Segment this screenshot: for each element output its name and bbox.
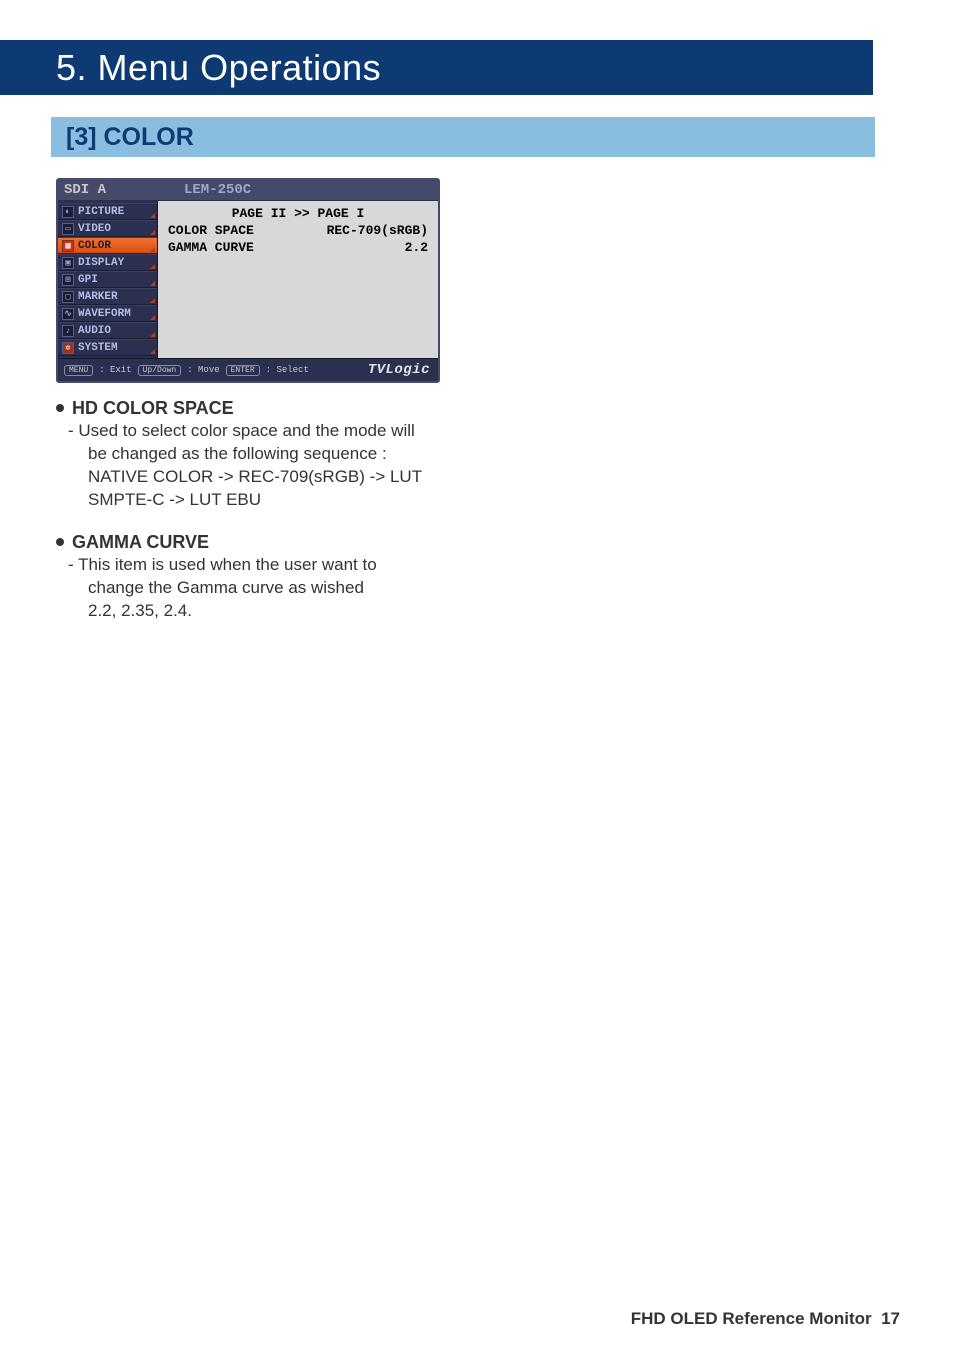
corner-icon [150,230,155,235]
osd-nav-label: GPI [78,274,98,286]
osd-pager-text: PAGE II >> PAGE I [232,206,365,221]
osd-hint-exit: : Exit [99,365,131,375]
osd-content: PAGE II >> PAGE I COLOR SPACE REC-709(sR… [158,201,438,358]
osd-nav-label: VIDEO [78,223,111,235]
corner-icon [150,315,155,320]
chapter-title-bar: 5. Menu Operations [0,40,873,95]
corner-icon [150,264,155,269]
osd-row-color-space: COLOR SPACE REC-709(sRGB) [168,222,428,239]
osd-nav-label: PICTURE [78,206,124,218]
bullet-icon [56,538,64,546]
desc-line: SMPTE-C -> LUT EBU [78,489,486,512]
desc-line: 2.2, 2.35, 2.4. [78,600,486,623]
osd-nav-video: ▭ VIDEO [58,220,157,237]
osd-nav-color: ▦ COLOR [58,237,157,254]
corner-icon [150,298,155,303]
corner-icon [150,213,155,218]
osd-nav-label: WAVEFORM [78,308,131,320]
osd-nav-label: COLOR [78,240,111,252]
desc-line: change the Gamma curve as wished [78,577,486,600]
marker-icon: ▢ [62,291,74,303]
desc-heading: GAMMA CURVE [56,530,486,554]
osd-brand: TVLogic [368,362,430,378]
description-block: HD COLOR SPACE - Used to select color sp… [56,396,486,641]
osd-menu-screenshot: SDI A LEM-250C ◐ PICTURE ▭ VIDEO ▦ COLOR ▣ D… [56,178,440,383]
picture-icon: ◐ [62,206,74,218]
chapter-title: 5. Menu Operations [56,47,381,89]
osd-nav-label: AUDIO [78,325,111,337]
osd-footer: MENU : Exit Up/Down : Move ENTER : Selec… [58,358,438,381]
osd-model-label: LEM-250C [176,182,432,198]
osd-row-value: REC-709(sRGB) [327,223,428,238]
osd-row-label: GAMMA CURVE [168,240,254,255]
section-title: [3] COLOR [66,123,194,152]
corner-icon [150,349,155,354]
desc-body: - Used to select color space and the mod… [56,420,486,512]
bullet-icon [56,404,64,412]
desc-line: be changed as the following sequence : [78,443,486,466]
osd-nav-system: ✲ SYSTEM [58,339,157,356]
osd-nav-waveform: ∿ WAVEFORM [58,305,157,322]
page-footer: FHD OLED Reference Monitor 17 [0,1309,954,1329]
osd-key-updown: Up/Down [138,365,182,376]
osd-nav-marker: ▢ MARKER [58,288,157,305]
desc-heading-text: HD COLOR SPACE [72,396,234,420]
system-icon: ✲ [62,342,74,354]
osd-nav-label: MARKER [78,291,118,303]
desc-line: - This item is used when the user want t… [68,555,377,574]
osd-row-label: COLOR SPACE [168,223,254,238]
osd-hint-select: : Select [266,365,309,375]
corner-icon [150,281,155,286]
osd-key-menu: MENU [64,365,93,376]
osd-nav-label: DISPLAY [78,257,124,269]
osd-pager: PAGE II >> PAGE I [168,205,428,222]
osd-key-enter: ENTER [226,365,260,376]
osd-input-label: SDI A [64,182,176,198]
osd-nav-display: ▣ DISPLAY [58,254,157,271]
osd-row-value: 2.2 [405,240,428,255]
desc-heading: HD COLOR SPACE [56,396,486,420]
waveform-icon: ∿ [62,308,74,320]
corner-icon [150,247,155,252]
desc-body: - This item is used when the user want t… [56,554,486,623]
audio-icon: ♪ [62,325,74,337]
osd-nav-audio: ♪ AUDIO [58,322,157,339]
osd-nav-gpi: ⊞ GPI [58,271,157,288]
display-icon: ▣ [62,257,74,269]
footer-text: FHD OLED Reference Monitor [631,1309,872,1328]
desc-hd-color-space: HD COLOR SPACE - Used to select color sp… [56,396,486,512]
osd-nav-picture: ◐ PICTURE [58,203,157,220]
osd-body: ◐ PICTURE ▭ VIDEO ▦ COLOR ▣ DISPLAY ⊞ GPI ▢ MA… [58,201,438,358]
section-heading-band: [3] COLOR [51,117,875,157]
osd-nav-label: SYSTEM [78,342,118,354]
gpi-icon: ⊞ [62,274,74,286]
osd-nav: ◐ PICTURE ▭ VIDEO ▦ COLOR ▣ DISPLAY ⊞ GPI ▢ MA… [58,201,158,358]
osd-hint-move: : Move [187,365,219,375]
color-icon: ▦ [62,240,74,252]
desc-line: NATIVE COLOR -> REC-709(sRGB) -> LUT [78,466,486,489]
desc-line: - Used to select color space and the mod… [68,421,415,440]
osd-row-gamma-curve: GAMMA CURVE 2.2 [168,239,428,256]
osd-header: SDI A LEM-250C [58,180,438,201]
video-icon: ▭ [62,223,74,235]
desc-gamma-curve: GAMMA CURVE - This item is used when the… [56,530,486,623]
corner-icon [150,332,155,337]
page-number: 17 [881,1309,900,1328]
desc-heading-text: GAMMA CURVE [72,530,209,554]
